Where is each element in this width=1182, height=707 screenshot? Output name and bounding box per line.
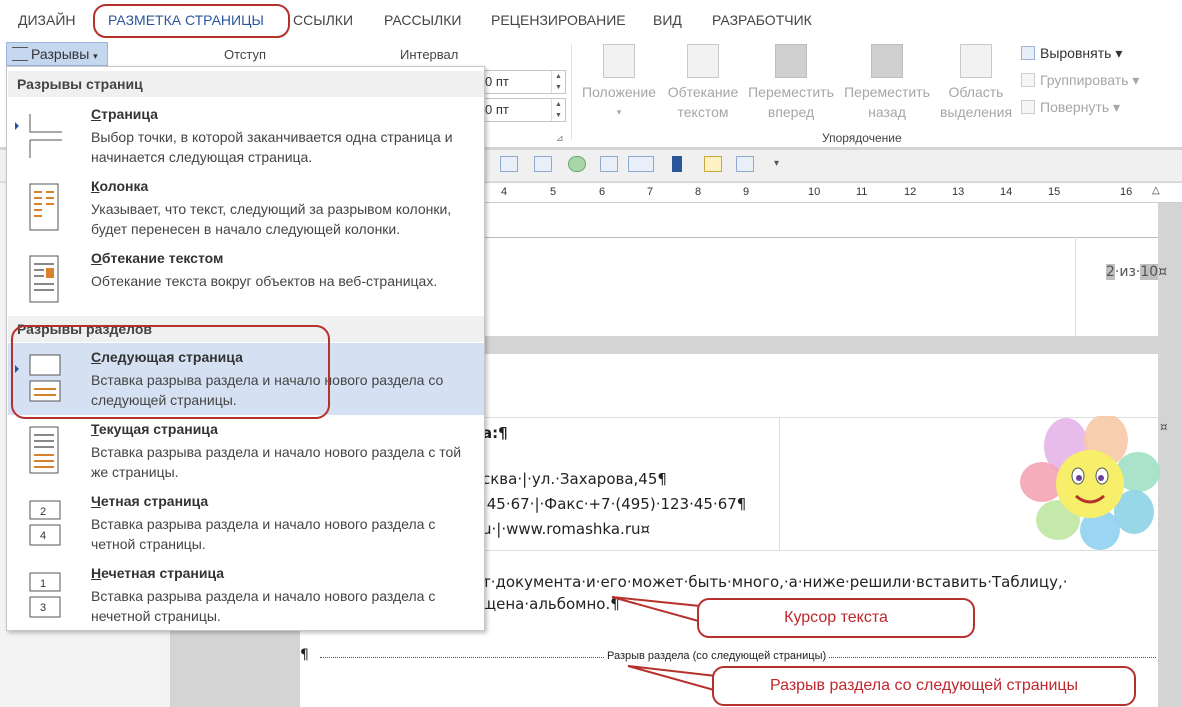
header-address-line[interactable]: сква·|·ул.·Захарова,45¶ — [482, 470, 667, 488]
svg-text:3: 3 — [40, 602, 46, 614]
interval-after-field[interactable]: 0 пт ▲ ▼ — [480, 98, 566, 122]
position-button[interactable]: Положение ▾ — [576, 44, 662, 122]
tab-developer[interactable]: РАЗРАБОТЧИК — [712, 12, 812, 28]
breaks-icon — [12, 47, 28, 61]
dropdown-arrow-icon: ▾ — [616, 107, 622, 117]
svg-text:1: 1 — [40, 578, 46, 590]
ruler-tick: 13 — [952, 186, 965, 198]
spin-arrows-icon[interactable]: ▲ ▼ — [551, 99, 565, 121]
word-window: ДИЗАЙН РАЗМЕТКА СТРАНИЦЫ ССЫЛКИ РАССЫЛКИ… — [0, 0, 1182, 707]
header-text-line1[interactable]: а:¶ — [482, 424, 508, 442]
send-backward-icon — [871, 44, 903, 78]
tab-highlight-annotation — [93, 4, 290, 38]
header-table-divider — [779, 417, 780, 550]
toolbar-more-icon[interactable]: ▾ — [774, 158, 779, 169]
position-icon — [603, 44, 635, 78]
menu-item-text-wrapping[interactable]: Обтекание текстом Обтекание текста вокру… — [8, 244, 484, 316]
send-backward-button[interactable]: Переместить назад — [840, 44, 934, 122]
ruler-tick: 15 — [1048, 186, 1061, 198]
column-break-icon — [29, 183, 59, 231]
menu-item-continuous[interactable]: Текущая страница Вставка разрыва раздела… — [8, 415, 484, 487]
ruler-indent-marker-icon[interactable]: △ — [1152, 185, 1160, 196]
tab-design[interactable]: ДИЗАЙН — [18, 12, 76, 28]
toolbar-flag-icon[interactable] — [672, 156, 682, 172]
menu-item-page-break[interactable]: Страница Выбор точки, в которой заканчив… — [8, 100, 484, 172]
toolbar-text-icon[interactable] — [534, 156, 552, 172]
group-icon — [1021, 73, 1035, 87]
bring-forward-icon — [775, 44, 807, 78]
align-button[interactable]: Выровнять ▾ — [1021, 45, 1122, 62]
selection-pane-button[interactable]: Область выделения — [936, 44, 1016, 122]
breaks-button[interactable]: Разрывы ▾ — [6, 42, 108, 66]
interval-before-field[interactable]: 0 пт ▲ ▼ — [480, 70, 566, 94]
group-button[interactable]: Группировать ▾ — [1021, 72, 1139, 89]
selection-pane-icon — [960, 44, 992, 78]
rotate-icon — [1021, 100, 1035, 114]
text-wrapping-icon — [29, 255, 59, 303]
ruler-tick: 9 — [743, 186, 750, 198]
body-text-line1[interactable]: т·документа·и·его·может·быть·много,·а·ни… — [482, 573, 1068, 591]
ruler-tick: 12 — [904, 186, 917, 198]
indent-label: Отступ — [224, 47, 267, 62]
page-breaks-section-header: Разрывы страниц — [8, 71, 484, 97]
body-text-line2[interactable]: щена·альбомно.¶ — [482, 595, 620, 613]
header-phone-line[interactable]: ·45·67·|·Факс·+7·(495)·123·45·67¶ — [482, 495, 746, 513]
group-separator — [571, 44, 572, 140]
bring-forward-button[interactable]: Переместить вперед — [744, 44, 838, 122]
footer-cell-border — [1075, 237, 1076, 336]
page-number-field: 2·из·10¤ — [1106, 264, 1168, 280]
ruler-tick: 14 — [1000, 186, 1013, 198]
menu-item-highlight-annotation — [11, 325, 330, 419]
ruler-tick: 11 — [856, 186, 868, 198]
ruler-tick: 6 — [599, 186, 606, 198]
section-break-callout: Разрыв раздела со следующей страницы — [712, 666, 1136, 706]
toolbar-break-icon[interactable] — [628, 156, 654, 172]
page-break-icon — [29, 114, 62, 158]
header-web-line[interactable]: u·|·www.romashka.ru¤ — [482, 520, 650, 538]
ruler-tick: 4 — [501, 186, 508, 198]
ruler-tick: 5 — [550, 186, 557, 198]
ruler-tick: 7 — [647, 186, 654, 198]
interval-label: Интервал — [400, 47, 459, 62]
tab-references[interactable]: ССЫЛКИ — [293, 12, 353, 28]
menu-item-column-break[interactable]: Колонка Указывает, что текст, следующий … — [8, 172, 484, 244]
section-break-label: Разрыв раздела (со следующей страницы) — [605, 650, 829, 662]
paragraph-dialog-launcher-icon[interactable]: ⊿ — [556, 133, 564, 144]
flower-logo-image[interactable] — [1014, 416, 1164, 551]
ruler-tick: 16 — [1120, 186, 1133, 198]
wrap-text-button[interactable]: Обтекание текстом — [663, 44, 743, 122]
align-icon — [1021, 46, 1035, 60]
cursor-callout: Курсор текста — [697, 598, 975, 638]
menu-item-odd-page[interactable]: 1 3 Нечетная страница Вставка разрыва ра… — [8, 559, 484, 631]
spin-arrows-icon[interactable]: ▲ ▼ — [551, 71, 565, 93]
tab-review[interactable]: РЕЦЕНЗИРОВАНИЕ — [491, 12, 626, 28]
ruler-tick: 10 — [808, 186, 821, 198]
rotate-button[interactable]: Повернуть ▾ — [1021, 99, 1120, 116]
toolbar-link-icon[interactable] — [736, 156, 754, 172]
toolbar-page-icon[interactable] — [600, 156, 618, 172]
ribbon-tab-bar: ДИЗАЙН РАЗМЕТКА СТРАНИЦЫ ССЫЛКИ РАССЫЛКИ… — [0, 0, 1182, 40]
odd-page-section-icon: 1 3 — [29, 572, 61, 618]
arrange-group-label: Упорядочение — [822, 131, 902, 145]
tab-view[interactable]: ВИД — [653, 12, 682, 28]
dropdown-arrow-icon: ▾ — [93, 51, 98, 61]
ruler-tick: 8 — [695, 186, 702, 198]
tab-mailings[interactable]: РАССЫЛКИ — [384, 12, 461, 28]
toolbar-circle-icon[interactable] — [568, 156, 586, 172]
svg-text:4: 4 — [40, 530, 46, 542]
toolbar-note-icon[interactable] — [704, 156, 722, 172]
pilcrow-mark: ¶ — [300, 647, 309, 663]
continuous-section-icon — [29, 426, 59, 474]
svg-text:2: 2 — [40, 506, 46, 518]
menu-item-even-page[interactable]: 2 4 Четная страница Вставка разрыва разд… — [8, 487, 484, 559]
even-page-section-icon: 2 4 — [29, 500, 61, 546]
wrap-text-icon — [687, 44, 719, 78]
toolbar-frame-icon[interactable] — [500, 156, 518, 172]
